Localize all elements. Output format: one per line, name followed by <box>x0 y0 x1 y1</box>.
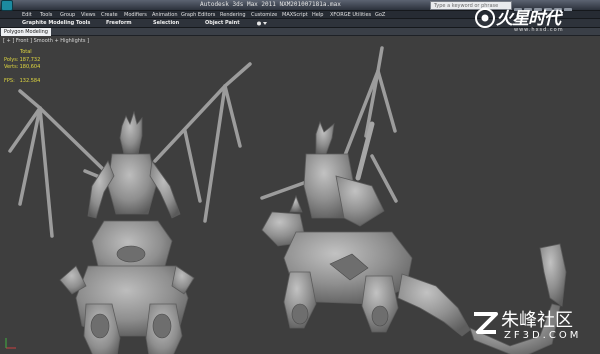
menu-item-help[interactable]: Help <box>312 12 323 18</box>
hxsd-logo-icon <box>475 8 495 28</box>
menu-item-animation[interactable]: Animation <box>152 12 178 18</box>
axis-tripod-icon <box>5 338 16 349</box>
panel-tab-polygon-modeling[interactable]: Polygon Modeling <box>1 28 51 36</box>
menu-item-group[interactable]: Group <box>60 12 75 18</box>
menu-item-views[interactable]: Views <box>81 12 95 18</box>
window-title: Autodesk 3ds Max 2011 NXM201007181a.max <box>200 1 341 8</box>
viewport-statistics: Total Polys: 187,732 Verts: 180,604 FPS:… <box>4 49 40 85</box>
menu-item-customize[interactable]: Customize <box>251 12 277 18</box>
menu-item-rendering[interactable]: Rendering <box>220 12 246 18</box>
hxsd-brand-text: 火星时代 <box>496 9 561 29</box>
polys-stat: Polys: 187,732 <box>4 57 40 65</box>
menu-item-graph-editors[interactable]: Graph Editors <box>181 12 215 18</box>
menu-item-modifiers[interactable]: Modifiers <box>124 12 147 18</box>
menu-item-xforge[interactable]: XFORGE Utilities <box>330 12 371 18</box>
zf3d-brand-text: 朱峰社区 <box>501 310 573 331</box>
app-menu-icon[interactable] <box>1 0 13 11</box>
zf3d-watermark: 朱峰社区 ZF3D.COM <box>468 302 600 350</box>
zf3d-logo-icon <box>474 312 498 334</box>
verts-label: Verts: <box>4 64 19 70</box>
polys-value: 187,732 <box>19 56 41 63</box>
tab-object-paint[interactable]: Object Paint <box>205 20 240 26</box>
viewport-label[interactable]: [ + ] Front ] Smooth + Highlights ] <box>3 38 89 44</box>
verts-value: 180,604 <box>19 64 41 70</box>
zf3d-url: ZF3D.COM <box>504 330 582 341</box>
tab-freeform[interactable]: Freeform <box>106 20 132 26</box>
tab-graphite-modeling-tools[interactable]: Graphite Modeling Tools <box>22 20 90 26</box>
menu-item-tools[interactable]: Tools <box>40 12 52 18</box>
fps-value: 132.584 <box>19 77 41 84</box>
verts-stat: Verts: 180,604 <box>4 64 40 72</box>
tab-selection[interactable]: Selection <box>153 20 179 26</box>
menu-item-goz[interactable]: GoZ <box>375 12 385 18</box>
fps-label: FPS: <box>4 77 15 84</box>
polys-label: Polys: <box>4 56 19 63</box>
hxsd-url: www.hxsd.com <box>514 27 564 33</box>
menu-item-edit[interactable]: Edit <box>22 12 32 18</box>
fps-stat: FPS: 132.584 <box>4 78 40 86</box>
stats-header: Total <box>20 49 32 55</box>
hxsd-watermark: 火星时代 www.hxsd.com <box>472 4 600 36</box>
menu-item-maxscript[interactable]: MAXScript <box>282 12 308 18</box>
menu-item-create[interactable]: Create <box>101 12 118 18</box>
ribbon-options-icon[interactable] <box>256 21 268 26</box>
